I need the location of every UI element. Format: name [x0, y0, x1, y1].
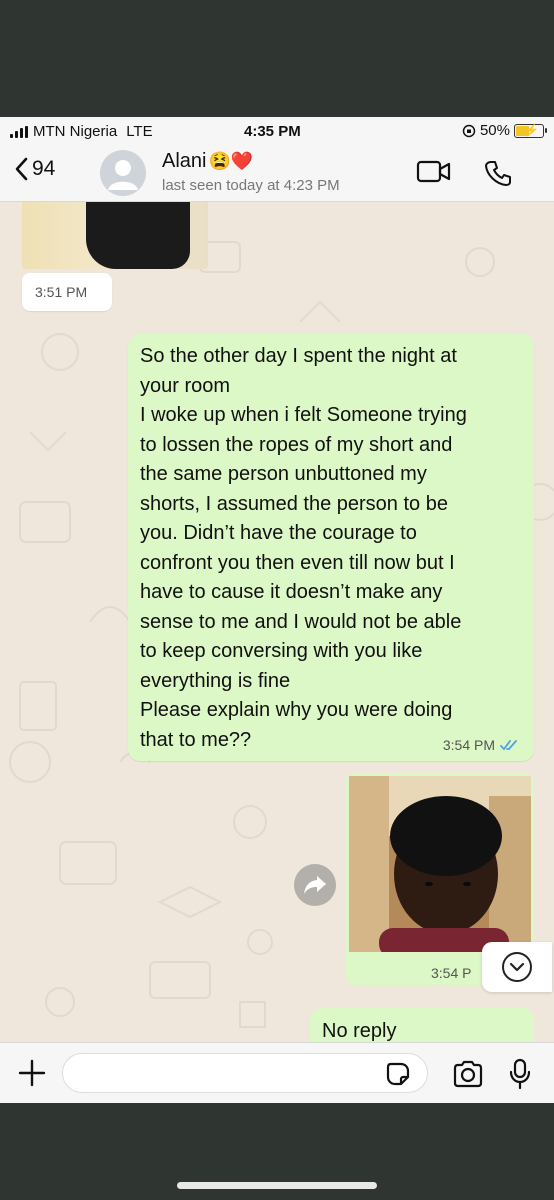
default-avatar-icon — [108, 160, 138, 190]
last-seen: last seen today at 4:23 PM — [162, 177, 340, 194]
contact-emojis: 😫❤️ — [208, 151, 254, 171]
scroll-down-button[interactable] — [482, 942, 552, 992]
camera-icon[interactable] — [452, 1060, 484, 1088]
forward-button[interactable] — [294, 864, 336, 906]
forward-icon — [304, 876, 326, 894]
message-input-bar — [0, 1042, 554, 1103]
avatar[interactable] — [100, 150, 146, 196]
mic-icon[interactable] — [509, 1058, 531, 1090]
carrier-name: MTN Nigeria — [33, 123, 118, 140]
message-time: 3:54 PM — [442, 737, 495, 753]
reaction-photo — [349, 776, 531, 952]
message-time: 3:54 P — [431, 965, 472, 981]
contact-name-text: Alani — [162, 150, 207, 172]
battery-percent: 50% — [479, 122, 510, 139]
status-time: 4:35 PM — [244, 123, 301, 140]
incoming-time-bubble: 3:51 PM — [22, 273, 112, 311]
outgoing-text-message[interactable]: So the other day I spent the night at yo… — [128, 334, 534, 761]
status-bar: MTN Nigeria LTE 4:35 PM 50% ⚡ — [0, 117, 554, 145]
message-time: 3:51 PM — [35, 284, 88, 300]
message-meta: 3:54 PM — [443, 737, 520, 753]
charging-bolt-icon: ⚡ — [524, 122, 539, 137]
back-chevron-icon — [15, 157, 28, 181]
unread-count: 94 — [32, 157, 56, 180]
battery-icon: ⚡ — [514, 122, 547, 138]
incoming-image-message[interactable] — [22, 202, 208, 269]
network-type: LTE — [126, 123, 153, 140]
video-call-icon[interactable] — [416, 159, 452, 185]
message-input[interactable] — [62, 1053, 428, 1093]
phone-icon[interactable] — [484, 159, 512, 187]
orientation-lock-icon — [462, 124, 476, 137]
chat-area[interactable]: 3:51 PM So the other day I spent the nig… — [0, 202, 554, 1042]
image-content — [86, 202, 190, 269]
whatsapp-screen: MTN Nigeria LTE 4:35 PM 50% ⚡ 94 Alani 😫… — [0, 117, 554, 1103]
back-button[interactable]: 94 — [14, 157, 55, 181]
contact-name[interactable]: Alani 😫❤️ — [162, 150, 253, 173]
chevron-down-icon — [502, 952, 532, 982]
outgoing-text-message[interactable]: No reply — [310, 1008, 534, 1042]
message-text: So the other day I spent the night at yo… — [140, 345, 467, 751]
carrier-info: MTN Nigeria LTE — [10, 123, 153, 140]
signal-icon — [10, 125, 28, 138]
message-text: No reply — [322, 1020, 397, 1042]
read-ticks-icon — [500, 740, 517, 751]
sticker-icon[interactable] — [386, 1062, 410, 1086]
plus-icon[interactable] — [18, 1059, 46, 1087]
battery-info: 50% ⚡ — [462, 122, 547, 139]
chat-header: 94 Alani 😫❤️ last seen today at 4:23 PM — [0, 145, 554, 202]
home-indicator[interactable] — [177, 1182, 377, 1189]
photo-content — [349, 776, 531, 952]
